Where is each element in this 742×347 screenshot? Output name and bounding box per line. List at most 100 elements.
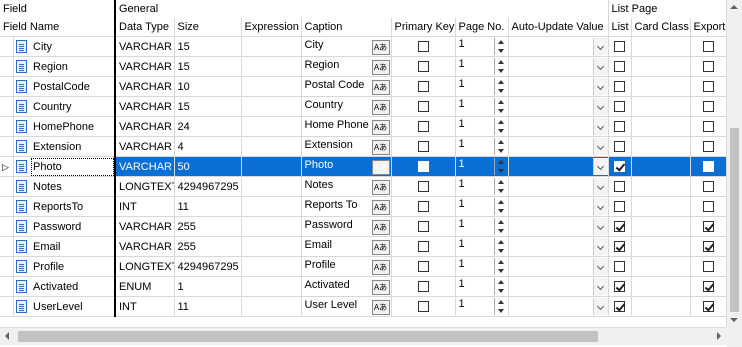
spinner-icon[interactable] bbox=[493, 178, 507, 195]
page-no-cell[interactable]: 1 bbox=[455, 136, 509, 157]
data-type-cell[interactable]: VARCHAR bbox=[115, 216, 175, 237]
field-name-cell[interactable]: Country bbox=[30, 96, 116, 117]
card-class-cell[interactable] bbox=[631, 296, 691, 317]
data-type-cell[interactable]: LONGTEXT bbox=[115, 256, 175, 277]
export-cell[interactable] bbox=[690, 96, 727, 117]
auto-update-cell[interactable] bbox=[508, 156, 609, 177]
language-icon[interactable]: Aあ bbox=[371, 219, 390, 235]
language-icon[interactable]: Aあ bbox=[371, 99, 390, 115]
spinner-icon[interactable] bbox=[493, 98, 507, 115]
page-no-cell[interactable]: 1 bbox=[455, 276, 509, 297]
chevron-down-icon[interactable] bbox=[592, 178, 607, 195]
export-checkbox[interactable] bbox=[702, 261, 714, 273]
chevron-down-icon[interactable] bbox=[592, 218, 607, 235]
col-header-card-class[interactable]: Card Class bbox=[631, 18, 691, 37]
page-no-cell[interactable]: 1 bbox=[455, 76, 509, 97]
list-checkbox[interactable] bbox=[614, 281, 625, 293]
spinner-icon[interactable] bbox=[493, 138, 507, 155]
page-no-cell[interactable]: 1 bbox=[455, 296, 509, 317]
auto-update-cell[interactable] bbox=[508, 296, 609, 317]
card-class-cell[interactable] bbox=[631, 216, 691, 237]
language-icon[interactable]: Aあ bbox=[371, 299, 390, 315]
data-type-cell[interactable]: VARCHAR bbox=[115, 36, 175, 57]
expression-cell[interactable] bbox=[241, 236, 302, 257]
field-name-cell[interactable]: Email bbox=[30, 236, 116, 257]
row-header[interactable]: ▷ bbox=[0, 156, 14, 177]
language-icon[interactable]: Aあ bbox=[371, 179, 390, 195]
page-no-cell[interactable]: 1 bbox=[455, 176, 509, 197]
caption-cell[interactable]: Home Phone Aあ bbox=[301, 116, 392, 137]
scroll-right-icon[interactable] bbox=[717, 332, 721, 340]
row-header[interactable] bbox=[0, 236, 14, 257]
spinner-icon[interactable] bbox=[493, 298, 507, 315]
row-header[interactable] bbox=[0, 296, 14, 317]
size-cell[interactable]: 4294967295 bbox=[174, 256, 242, 277]
primary-key-cell[interactable] bbox=[391, 56, 456, 77]
spinner-icon[interactable] bbox=[493, 278, 507, 295]
list-cell[interactable] bbox=[608, 216, 632, 237]
expression-cell[interactable] bbox=[241, 56, 302, 77]
vertical-scrollbar[interactable] bbox=[726, 0, 742, 327]
table-row[interactable]: PostalCode VARCHAR 10 Postal Code Aあ 1 bbox=[0, 76, 727, 97]
caption-cell[interactable]: Postal Code Aあ bbox=[301, 76, 392, 97]
export-cell[interactable] bbox=[690, 76, 727, 97]
caption-cell[interactable]: Activated Aあ bbox=[301, 276, 392, 297]
caption-cell[interactable]: Reports To Aあ bbox=[301, 196, 392, 217]
export-cell[interactable] bbox=[690, 196, 727, 217]
export-checkbox[interactable] bbox=[702, 61, 714, 73]
table-row[interactable]: Notes LONGTEXT 4294967295 Notes Aあ 1 bbox=[0, 176, 727, 197]
table-row[interactable]: Region VARCHAR 15 Region Aあ 1 bbox=[0, 56, 727, 77]
spinner-icon[interactable] bbox=[493, 238, 507, 255]
data-type-cell[interactable]: VARCHAR bbox=[115, 116, 175, 137]
page-no-cell[interactable]: 1 bbox=[455, 156, 509, 177]
table-row[interactable]: Password VARCHAR 255 Password Aあ 1 bbox=[0, 216, 727, 237]
list-checkbox[interactable] bbox=[614, 101, 625, 113]
primary-key-checkbox[interactable] bbox=[417, 41, 429, 53]
list-checkbox[interactable] bbox=[614, 301, 625, 313]
spinner-icon[interactable] bbox=[493, 198, 507, 215]
card-class-cell[interactable] bbox=[631, 176, 691, 197]
export-cell[interactable] bbox=[690, 216, 727, 237]
data-type-cell[interactable]: LONGTEXT bbox=[115, 176, 175, 197]
auto-update-cell[interactable] bbox=[508, 56, 609, 77]
primary-key-cell[interactable] bbox=[391, 236, 456, 257]
col-header-size[interactable]: Size bbox=[174, 18, 242, 37]
expression-cell[interactable] bbox=[241, 116, 302, 137]
col-header-list[interactable]: List bbox=[608, 18, 632, 37]
export-checkbox[interactable] bbox=[702, 281, 714, 293]
table-row[interactable]: HomePhone VARCHAR 24 Home Phone Aあ 1 bbox=[0, 116, 727, 137]
language-icon[interactable]: Aあ bbox=[371, 259, 390, 275]
list-checkbox[interactable] bbox=[614, 181, 625, 193]
export-cell[interactable] bbox=[690, 136, 727, 157]
table-row[interactable]: Activated ENUM 1 Activated Aあ 1 bbox=[0, 276, 727, 297]
list-cell[interactable] bbox=[608, 136, 632, 157]
list-cell[interactable] bbox=[608, 296, 632, 317]
row-header[interactable] bbox=[0, 216, 14, 237]
export-checkbox[interactable] bbox=[702, 301, 714, 313]
list-checkbox[interactable] bbox=[614, 261, 625, 273]
list-checkbox[interactable] bbox=[614, 61, 625, 73]
export-checkbox[interactable] bbox=[702, 221, 714, 233]
auto-update-cell[interactable] bbox=[508, 36, 609, 57]
auto-update-cell[interactable] bbox=[508, 116, 609, 137]
size-cell[interactable]: 255 bbox=[174, 216, 242, 237]
page-no-cell[interactable]: 1 bbox=[455, 56, 509, 77]
caption-cell[interactable]: Country Aあ bbox=[301, 96, 392, 117]
primary-key-checkbox[interactable] bbox=[417, 61, 429, 73]
col-header-auto-update[interactable]: Auto-Update Value bbox=[508, 18, 609, 37]
caption-cell[interactable]: Profile Aあ bbox=[301, 256, 392, 277]
size-cell[interactable]: 11 bbox=[174, 296, 242, 317]
table-row[interactable]: UserLevel INT 11 User Level Aあ 1 bbox=[0, 296, 727, 317]
col-header-expression[interactable]: Expression bbox=[241, 18, 302, 37]
spinner-icon[interactable] bbox=[493, 158, 507, 175]
field-name-cell[interactable]: Notes bbox=[30, 176, 116, 197]
row-header[interactable] bbox=[0, 96, 14, 117]
auto-update-cell[interactable] bbox=[508, 76, 609, 97]
language-icon[interactable]: Aあ bbox=[371, 79, 390, 95]
data-type-cell[interactable]: VARCHAR bbox=[115, 76, 175, 97]
language-icon[interactable]: Aあ bbox=[371, 199, 390, 215]
page-no-cell[interactable]: 1 bbox=[455, 116, 509, 137]
spinner-icon[interactable] bbox=[493, 218, 507, 235]
primary-key-cell[interactable] bbox=[391, 276, 456, 297]
primary-key-checkbox[interactable] bbox=[417, 301, 429, 313]
